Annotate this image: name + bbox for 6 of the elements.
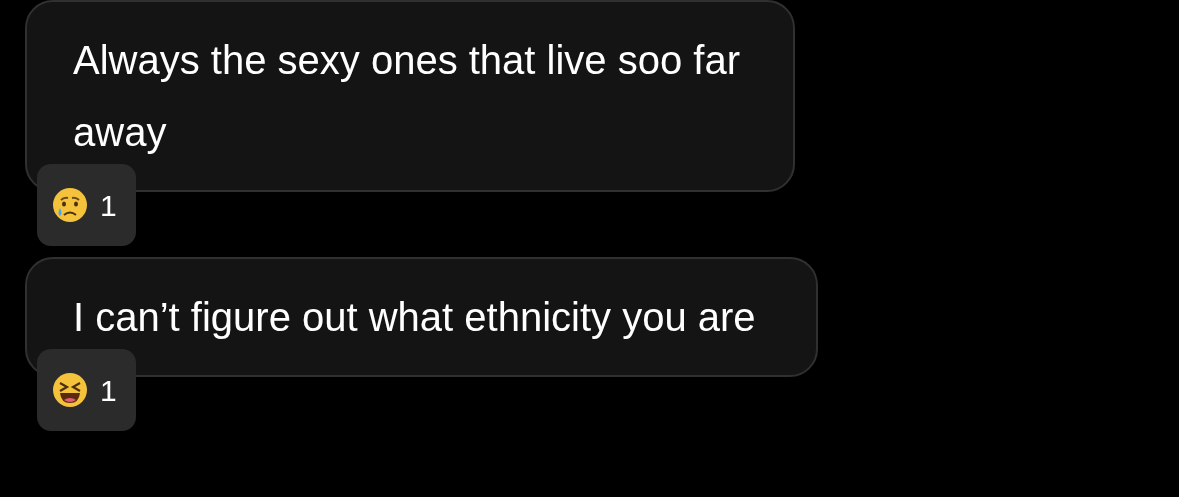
- message-bubble: I can’t figure out what ethnicity you are: [25, 257, 818, 377]
- message-bubble: Always the sexy ones that live soo far away: [25, 0, 795, 192]
- reaction-chip[interactable]: 1: [37, 164, 136, 246]
- laughing-face-icon: [52, 372, 88, 408]
- crying-face-icon: [52, 187, 88, 223]
- reaction-chip[interactable]: 1: [37, 349, 136, 431]
